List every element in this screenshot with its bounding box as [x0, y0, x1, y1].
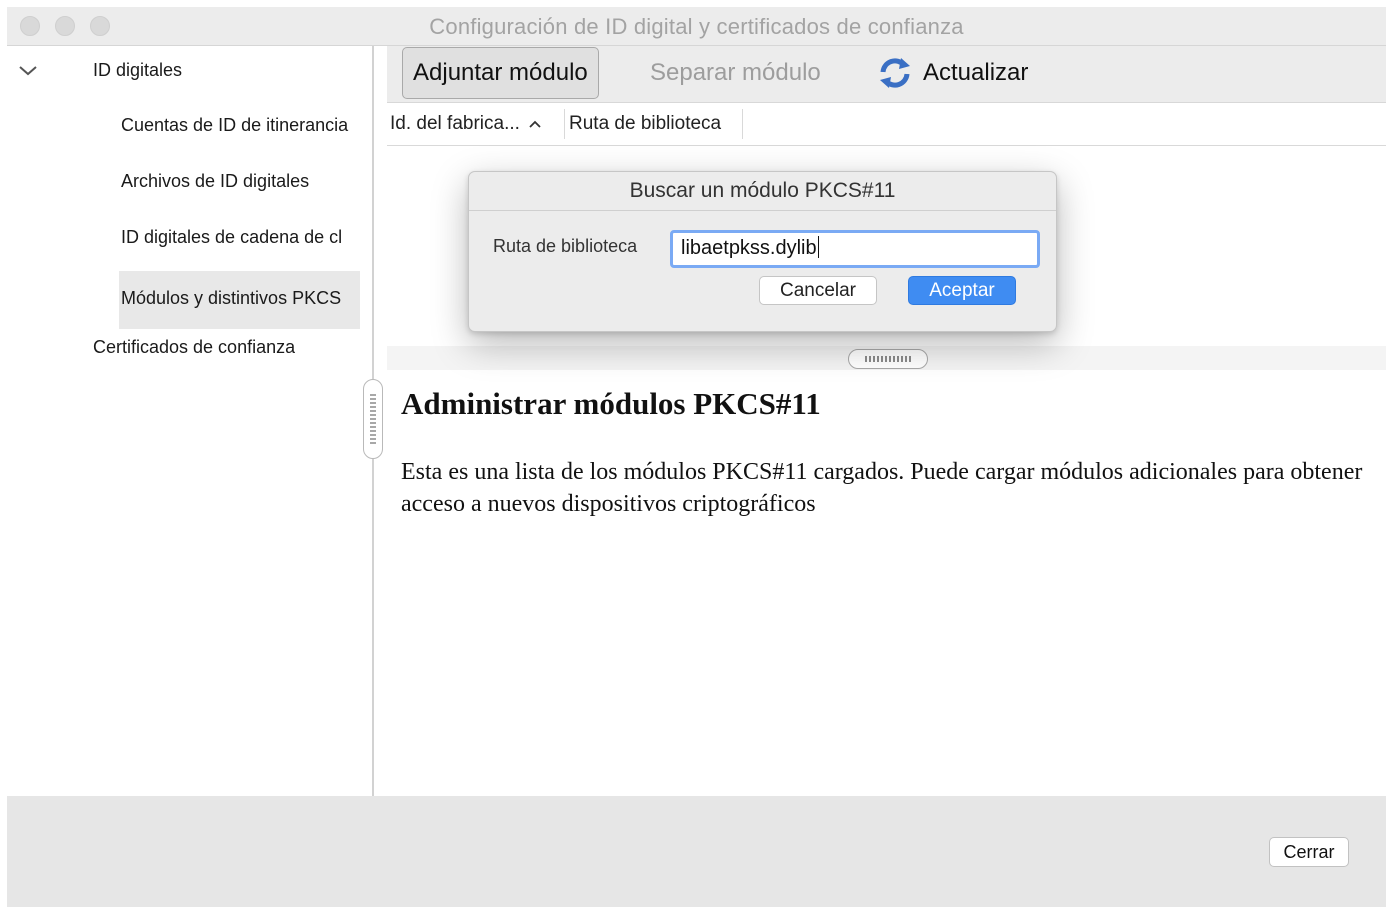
- window-title: Configuración de ID digital y certificad…: [429, 14, 964, 39]
- main-content: Adjuntar módulo Separar módulo Actualiza…: [387, 46, 1386, 796]
- table-header: Id. del fabrica... Ruta de biblioteca: [387, 103, 1386, 146]
- attach-module-button[interactable]: Adjuntar módulo: [402, 47, 599, 99]
- sidebar-item-roaming-id-accounts[interactable]: Cuentas de ID de itinerancia: [121, 115, 361, 136]
- column-header-library-path[interactable]: Ruta de biblioteca: [569, 103, 721, 145]
- cancel-button[interactable]: Cancelar: [759, 276, 877, 305]
- sidebar-item-trusted-certificates[interactable]: Certificados de confianza: [93, 337, 295, 358]
- app-window: Configuración de ID digital y certificad…: [7, 7, 1386, 907]
- column-manufacturer-label: Id. del fabrica...: [390, 113, 520, 134]
- refresh-icon: [880, 58, 910, 88]
- sort-ascending-icon: [529, 120, 541, 128]
- chevron-down-icon[interactable]: [17, 62, 39, 78]
- library-path-value: libaetpkss.dylib: [681, 237, 817, 259]
- sidebar-item-digital-ids[interactable]: ID digitales: [93, 60, 182, 81]
- column-header-manufacturer[interactable]: Id. del fabrica...: [390, 103, 542, 145]
- library-path-input[interactable]: libaetpkss.dylib: [670, 230, 1040, 268]
- sidebar-item-pkcs-modules[interactable]: Módulos y distintivos PKCS: [119, 271, 360, 329]
- sidebar-item-keychain-digital-ids[interactable]: ID digitales de cadena de cl: [121, 227, 361, 248]
- sidebar-resize-handle[interactable]: [363, 379, 383, 459]
- footer-bar: Cerrar: [7, 796, 1386, 907]
- sidebar-item-digital-id-files[interactable]: Archivos de ID digitales: [121, 171, 361, 192]
- library-path-label: Ruta de biblioteca: [493, 236, 638, 256]
- dialog-title: Buscar un módulo PKCS#11: [469, 172, 1056, 211]
- toolbar: Adjuntar módulo Separar módulo Actualiza…: [387, 46, 1386, 103]
- close-button[interactable]: Cerrar: [1269, 837, 1349, 867]
- accept-button[interactable]: Aceptar: [908, 276, 1016, 305]
- detach-module-button[interactable]: Separar módulo: [650, 46, 821, 100]
- sidebar: ID digitales Cuentas de ID de itineranci…: [7, 46, 360, 796]
- find-pkcs11-module-dialog: Buscar un módulo PKCS#11 Ruta de bibliot…: [468, 171, 1057, 332]
- help-title: Administrar módulos PKCS#11: [401, 386, 821, 421]
- title-bar: Configuración de ID digital y certificad…: [7, 7, 1386, 46]
- refresh-button[interactable]: Actualizar: [877, 46, 1028, 100]
- refresh-label: Actualizar: [923, 59, 1029, 86]
- help-text: Esta es una lista de los módulos PKCS#11…: [401, 459, 1363, 517]
- pane-resize-handle[interactable]: [848, 349, 928, 369]
- text-caret: [817, 236, 819, 258]
